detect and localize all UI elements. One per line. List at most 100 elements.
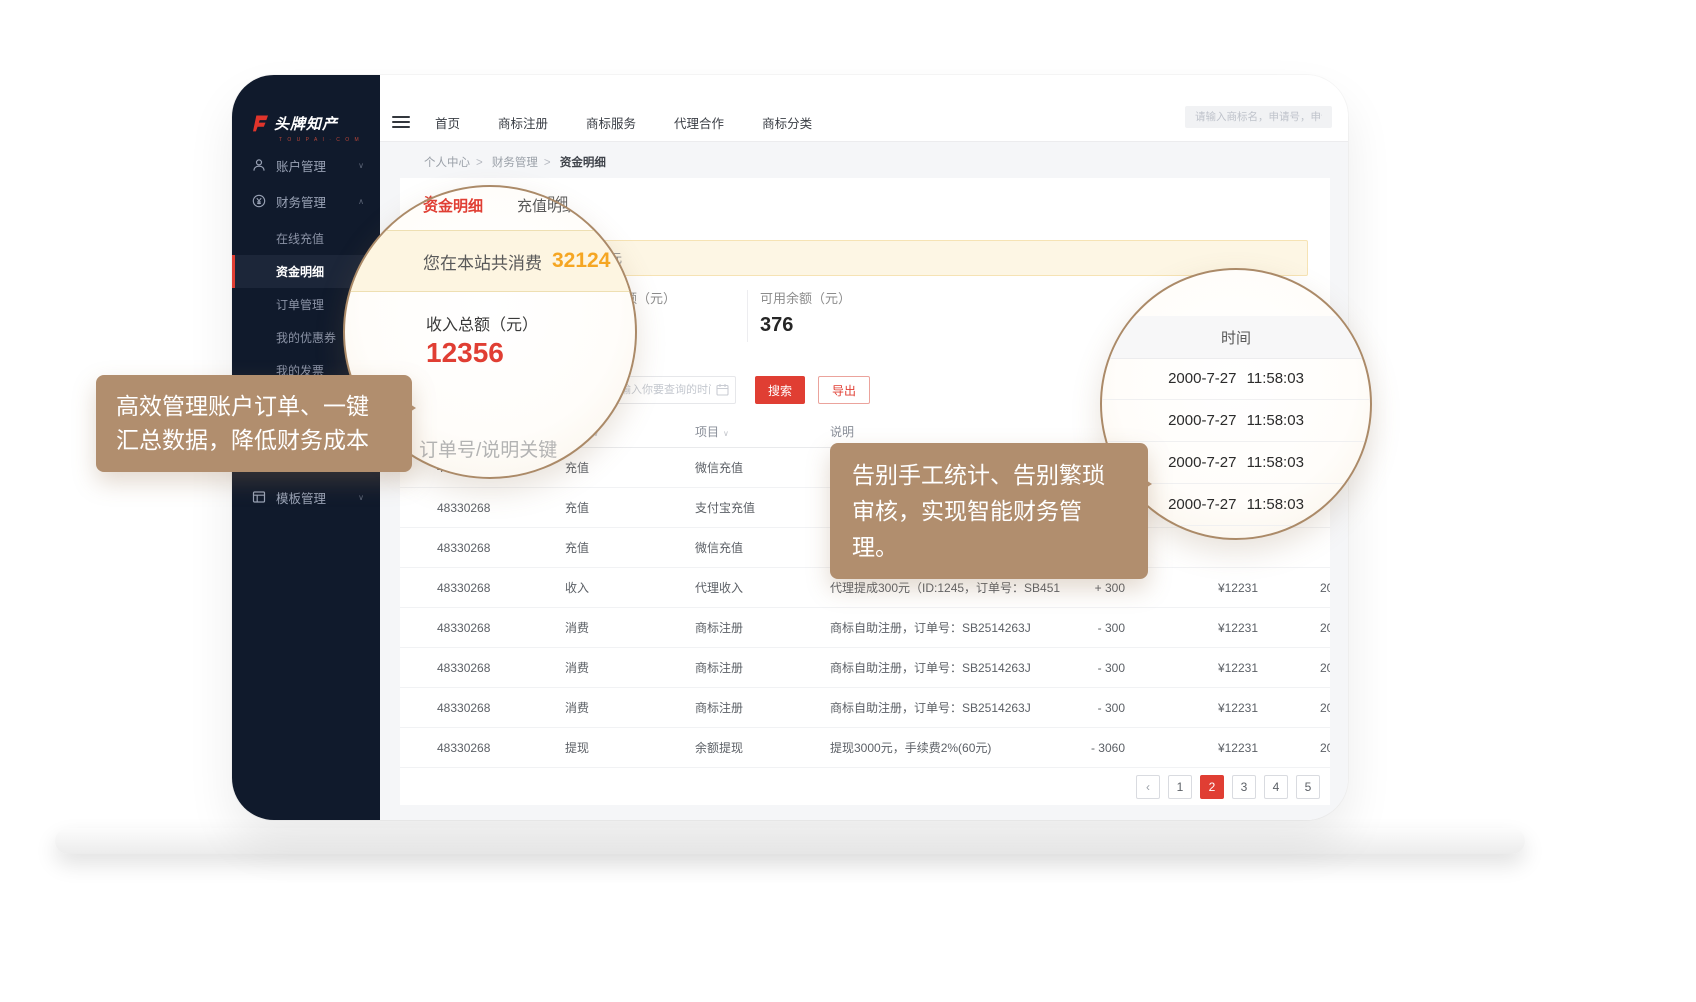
breadcrumb-item[interactable]: 资金明细> (560, 157, 606, 169)
pagination-page-button[interactable]: 1 (1168, 775, 1192, 799)
tooltip-text-line: 汇总数据，降低财务成本 (116, 424, 392, 458)
chevron-down-icon: ∨ (358, 161, 364, 170)
cell-project: 商标注册 (695, 619, 830, 636)
magnified-income-value: 12356 (426, 337, 504, 369)
cell-desc: 代理提成300元（ID:1245，订单号：SB45124） (830, 579, 1060, 596)
cell-time: 2000-7-27 11:58:03 (1258, 661, 1330, 675)
pagination-page-button[interactable]: 4 (1264, 775, 1288, 799)
table-row: 48330268 消费 商标注册 商标自助注册，订单号：SB2514263J -… (400, 608, 1330, 648)
table-row: 48330268 消费 商标注册 商标自助注册，订单号：SB2514263J -… (400, 648, 1330, 688)
brand-logo-icon (248, 112, 268, 134)
sidebar-subitem-label: 资金明细 (276, 263, 324, 280)
cell-balance: ¥12231 (1125, 581, 1258, 595)
nav-tab[interactable]: 代理合作 (674, 113, 724, 132)
pagination: ‹ 12345 (1136, 775, 1320, 799)
cell-amount: - 300 (1060, 701, 1125, 715)
magnified-consumption-banner: 您在本站共消费 32124 (343, 230, 637, 292)
cell-project: 商标注册 (695, 659, 830, 676)
cell-balance: ¥12231 (1125, 701, 1258, 715)
cell-project: 微信充值 (695, 459, 830, 476)
cell-time: 2000-7-27 11:58:03 (1258, 581, 1330, 595)
cell-order-no: 48330268 (437, 661, 565, 675)
brand-logo[interactable]: 头牌知产 (248, 111, 338, 135)
cell-desc: 商标自助注册，订单号：SB2514263J (830, 699, 1060, 716)
pagination-page-button[interactable]: 2 (1200, 775, 1224, 799)
sidebar-item-account[interactable]: 账户管理 ∨ (232, 150, 380, 180)
cell-project: 余额提现 (695, 739, 830, 756)
cell-balance: ¥12231 (1125, 741, 1258, 755)
top-nav: 首页 商标注册 商标服务 代理合作 商标分类 (380, 75, 1348, 142)
magnified-time-cell: 2000-7-27 11:58:03 (1102, 400, 1370, 442)
cell-amount: - 300 (1060, 661, 1125, 675)
sort-caret-icon: ∨ (723, 429, 729, 438)
nav-tab[interactable]: 商标注册 (498, 113, 548, 132)
tooltip-right: 告别手工统计、告别繁琐审核，实现智能财务管理。 (830, 443, 1148, 579)
magnified-income-label: 收入总额（元） (426, 311, 538, 335)
cell-order-no: 48330268 (437, 741, 565, 755)
cell-time: 2000-7-27 11:58:03 (1258, 621, 1330, 635)
sidebar-item-finance[interactable]: 财务管理 ∧ (232, 186, 380, 216)
export-button[interactable]: 导出 (818, 376, 870, 404)
tooltip-text-line: 高效管理账户订单、一键 (116, 390, 392, 424)
cell-time: 2000-7-27 11:58:03 (1258, 741, 1330, 755)
brand-name: 头牌知产 (274, 113, 338, 134)
cell-project: 代理收入 (695, 579, 830, 596)
sidebar-item-label: 模板管理 (276, 488, 326, 507)
breadcrumb-item[interactable]: 个人中心> (424, 157, 492, 169)
chevron-down-icon: ∨ (358, 493, 364, 502)
finance-icon (252, 194, 266, 208)
sidebar-subitem-label: 在线充值 (276, 230, 324, 247)
hamburger-menu-icon[interactable] (392, 116, 410, 128)
stat-balance: 可用余额（元） 376 (760, 288, 851, 337)
user-icon (252, 158, 266, 172)
magnified-tabs: 资金明细 充值明细 (423, 195, 577, 216)
pagination-page-button[interactable]: 3 (1232, 775, 1256, 799)
stat-divider (747, 290, 748, 342)
search-input[interactable] (1185, 106, 1332, 128)
sidebar-subitem-label: 我的优惠券 (276, 329, 336, 346)
tooltip-text-line: 审核，实现智能财务管 (852, 493, 1126, 529)
cell-amount: + 300 (1060, 581, 1125, 595)
nav-tab[interactable]: 商标分类 (762, 113, 812, 132)
tooltip-text-line: 理。 (852, 529, 1126, 565)
table-header-desc: 说明 (830, 423, 1060, 440)
nav-tab[interactable]: 首页 (435, 113, 460, 132)
cell-project: 微信充值 (695, 539, 830, 556)
cell-type: 充值 (565, 459, 695, 476)
table-row: 48330268 提现 余额提现 提现3000元，手续费2%(60元) - 30… (400, 728, 1330, 768)
breadcrumb: 个人中心> 财务管理> 资金明细> (424, 154, 606, 170)
cell-order-no: 48330268 (437, 501, 565, 515)
nav-tabs: 首页 商标注册 商标服务 代理合作 商标分类 (435, 113, 812, 132)
cell-type: 收入 (565, 579, 695, 596)
search-button[interactable]: 搜索 (755, 376, 805, 404)
sidebar-item-template[interactable]: 模板管理 ∨ (232, 482, 380, 512)
cell-amount: - 300 (1060, 621, 1125, 635)
sidebar-item-label: 财务管理 (276, 192, 326, 211)
sidebar-subitem-label: 订单管理 (276, 296, 324, 313)
cell-desc: 提现3000元，手续费2%(60元) (830, 739, 1060, 756)
chevron-up-icon: ∧ (358, 197, 364, 206)
pagination-page-button[interactable]: 5 (1296, 775, 1320, 799)
table-row: 48330268 消费 商标注册 商标自助注册，订单号：SB2514263J -… (400, 688, 1330, 728)
cell-type: 消费 (565, 619, 695, 636)
cell-balance: ¥12231 (1125, 621, 1258, 635)
template-icon (252, 490, 266, 504)
cell-balance: ¥12231 (1125, 661, 1258, 675)
cell-desc: 商标自助注册，订单号：SB2514263J (830, 659, 1060, 676)
brand-tagline: T O U P A I · C O M (279, 137, 361, 143)
nav-tab[interactable]: 商标服务 (586, 113, 636, 132)
cell-type: 充值 (565, 499, 695, 516)
pagination-prev-button[interactable]: ‹ (1136, 775, 1160, 799)
cell-order-no: 48330268 (437, 541, 565, 555)
cell-project: 商标注册 (695, 699, 830, 716)
cell-order-no: 48330268 (437, 581, 565, 595)
laptop-base (55, 828, 1525, 854)
tooltip-left: 高效管理账户订单、一键汇总数据，降低财务成本 (96, 375, 412, 472)
cell-type: 消费 (565, 699, 695, 716)
cell-order-no: 48330268 (437, 701, 565, 715)
breadcrumb-item[interactable]: 财务管理> (492, 157, 560, 169)
magnified-time-header: 时间 (1102, 316, 1370, 359)
cell-project: 支付宝充值 (695, 499, 830, 516)
cell-type: 充值 (565, 539, 695, 556)
table-header-project[interactable]: 项目∨ (695, 423, 830, 440)
